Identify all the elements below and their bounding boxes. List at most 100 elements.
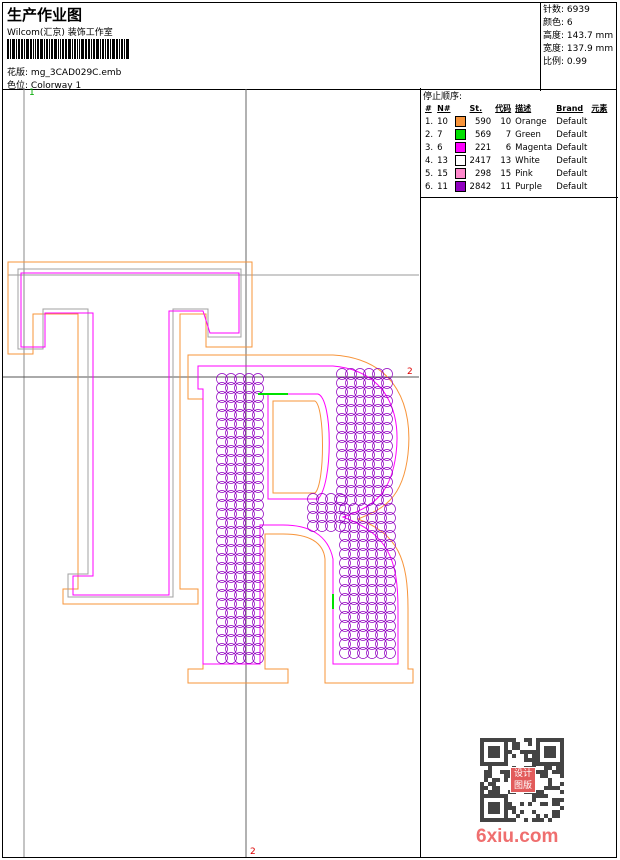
fill-stitch: [216, 481, 228, 493]
row-description: Purple: [515, 181, 543, 192]
fill-stitch: [354, 467, 366, 479]
fill-stitch: [252, 382, 264, 394]
fill-stitch: [336, 467, 348, 479]
design-label: 花版:: [7, 68, 29, 78]
fill-stitch: [363, 395, 375, 407]
fill-stitch: [252, 499, 264, 511]
t-outline-gray: [17, 268, 242, 598]
fill-stitch: [234, 481, 246, 493]
fill-stitch: [345, 395, 357, 407]
fill-stitch: [381, 413, 393, 425]
row-code: 15: [500, 168, 512, 179]
fill-stitch: [216, 472, 228, 484]
fill-stitch: [243, 373, 255, 385]
row-stitches: 2417: [469, 155, 492, 166]
fill-stitch: [216, 490, 228, 502]
fill-stitch: [372, 422, 384, 434]
fill-stitch: [372, 485, 384, 497]
fill-stitch: [252, 409, 264, 421]
fill-stitch: [216, 445, 228, 457]
row-index: 3.: [425, 142, 434, 153]
fill-stitch: [234, 418, 246, 430]
row-needle: 7: [437, 129, 443, 140]
info-stitches: 针数: 6939: [543, 5, 590, 15]
row-description: Orange: [515, 116, 547, 127]
row-code: 6: [505, 142, 512, 153]
fill-stitch: [336, 458, 348, 470]
fill-stitch: [252, 400, 264, 412]
row-code: 13: [500, 155, 512, 166]
fill-stitch: [252, 373, 264, 385]
fill-stitch: [381, 449, 393, 461]
fill-stitch: [234, 472, 246, 484]
t-outline-magenta: [20, 272, 240, 596]
row-code: 10: [500, 116, 512, 127]
fill-stitch: [225, 373, 237, 385]
fill-stitch: [234, 427, 246, 439]
fill-stitch: [243, 382, 255, 394]
row-brand: Default: [556, 142, 588, 153]
fill-stitch: [216, 427, 228, 439]
marker-2-right: 2: [407, 367, 413, 377]
fill-stitch: [354, 440, 366, 452]
fill-stitch: [234, 436, 246, 448]
fill-stitch: [243, 463, 255, 475]
info-height: 高度: 143.7 mm: [543, 31, 614, 41]
fill-stitch: [354, 413, 366, 425]
design-value: mg_3CAD029C.emb: [30, 68, 122, 78]
page-title: 生产作业图: [7, 6, 83, 24]
fill-stitch: [336, 440, 348, 452]
col-number: N#: [437, 104, 451, 113]
row-index: 1.: [425, 116, 434, 127]
row-brand: Default: [556, 129, 588, 140]
fill-stitch: [363, 449, 375, 461]
fill-stitch: [363, 467, 375, 479]
row-description: White: [515, 155, 540, 166]
fill-stitch: [225, 454, 237, 466]
fill-stitch: [252, 454, 264, 466]
fill-stitch: [216, 499, 228, 511]
watermark-stamp: 设计图版: [510, 767, 536, 793]
r-counter-outline: [267, 393, 330, 500]
fill-stitch: [216, 418, 228, 430]
fill-stitch: [252, 481, 264, 493]
fill-stitch: [225, 445, 237, 457]
fill-stitch: [225, 472, 237, 484]
fill-stitch: [354, 431, 366, 443]
fill-stitch: [363, 386, 375, 398]
fill-stitch: [325, 493, 337, 505]
fill-stitch: [345, 449, 357, 461]
fill-stitch: [325, 502, 337, 514]
fill-stitch: [225, 391, 237, 403]
fill-stitch: [243, 499, 255, 511]
fill-stitch: [345, 377, 357, 389]
fill-stitch: [225, 382, 237, 394]
row-brand: Default: [556, 181, 588, 192]
fill-stitch: [243, 481, 255, 493]
stop-row: 4. 13 2417 13 White Default: [423, 154, 609, 167]
fill-stitch: [345, 476, 357, 488]
design-info: 针数: 6939 颜色: 6 高度: 143.7 mm 宽度: 137.9 mm…: [540, 2, 620, 91]
fill-stitch: [216, 382, 228, 394]
fill-stitch: [354, 485, 366, 497]
row-stitches: 221: [474, 142, 492, 153]
fill-stitch: [363, 431, 375, 443]
fill-stitch: [363, 485, 375, 497]
fill-stitch: [234, 409, 246, 421]
fill-stitch: [234, 373, 246, 385]
fill-stitch: [243, 490, 255, 502]
fill-stitch: [363, 404, 375, 416]
fill-stitch: [252, 418, 264, 430]
fill-stitch: [363, 476, 375, 488]
color-swatch: [454, 129, 466, 140]
fill-stitch: [216, 436, 228, 448]
fill-stitch: [381, 386, 393, 398]
fill-stitch: [372, 404, 384, 416]
fill-stitch: [372, 386, 384, 398]
stop-row: 6. 11 2842 11 Purple Default: [423, 180, 609, 193]
fill-stitch: [225, 400, 237, 412]
fill-stitch: [354, 458, 366, 470]
fill-stitch: [336, 395, 348, 407]
fill-stitch: [372, 476, 384, 488]
stop-row: 3. 6 221 6 Magenta Default: [423, 141, 609, 154]
